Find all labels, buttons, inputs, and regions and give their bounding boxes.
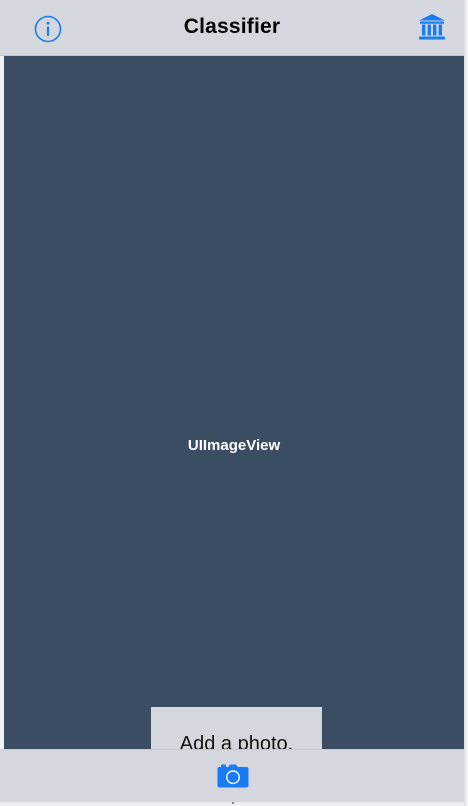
image-view-label: UIImageView: [187, 437, 281, 454]
home-indicator: [232, 802, 234, 804]
camera-button[interactable]: [217, 764, 249, 788]
page-title: Classifier: [183, 15, 281, 38]
bank-button[interactable]: [417, 12, 447, 42]
app-window: Classifier UIImageView Add a photo.: [0, 0, 466, 806]
image-view: UIImageView Add a photo.: [4, 56, 464, 781]
camera-icon: [217, 764, 249, 788]
toolbar: [0, 749, 464, 802]
navigation-bar: Classifier: [0, 0, 464, 56]
bank-icon: [419, 14, 445, 40]
